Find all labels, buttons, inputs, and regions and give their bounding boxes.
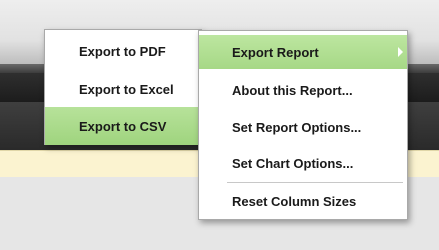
menu-item-export-pdf[interactable]: Export to PDF (45, 32, 201, 70)
menu-item-label: Export Report (232, 44, 319, 60)
menu-item-reset-column-sizes[interactable]: Reset Column Sizes (199, 184, 407, 218)
report-context-menu: Export Report About this Report... Set R… (198, 30, 408, 220)
menu-item-label: Reset Column Sizes (232, 193, 357, 209)
screen: ⚙ ✔ Export to PDF Export to Excel Export… (0, 0, 439, 250)
menu-item-set-report-options[interactable]: Set Report Options... (199, 110, 407, 144)
menu-item-export-report[interactable]: Export Report (199, 35, 407, 69)
menu-item-label: Export to Excel (79, 81, 174, 97)
menu-item-label: Set Report Options... (232, 119, 362, 135)
export-submenu: Export to PDF Export to Excel Export to … (44, 29, 202, 145)
submenu-arrow-icon (398, 47, 403, 57)
menu-item-label: Export to CSV (79, 118, 167, 134)
menu-item-label: Set Chart Options... (232, 155, 354, 171)
menu-item-label: About this Report... (232, 82, 353, 98)
menu-item-export-excel[interactable]: Export to Excel (45, 70, 201, 108)
menu-separator (227, 182, 403, 183)
menu-item-export-csv[interactable]: Export to CSV (45, 107, 201, 145)
menu-item-about-report[interactable]: About this Report... (199, 73, 407, 107)
menu-item-label: Export to PDF (79, 43, 166, 59)
menu-item-set-chart-options[interactable]: Set Chart Options... (199, 146, 407, 180)
